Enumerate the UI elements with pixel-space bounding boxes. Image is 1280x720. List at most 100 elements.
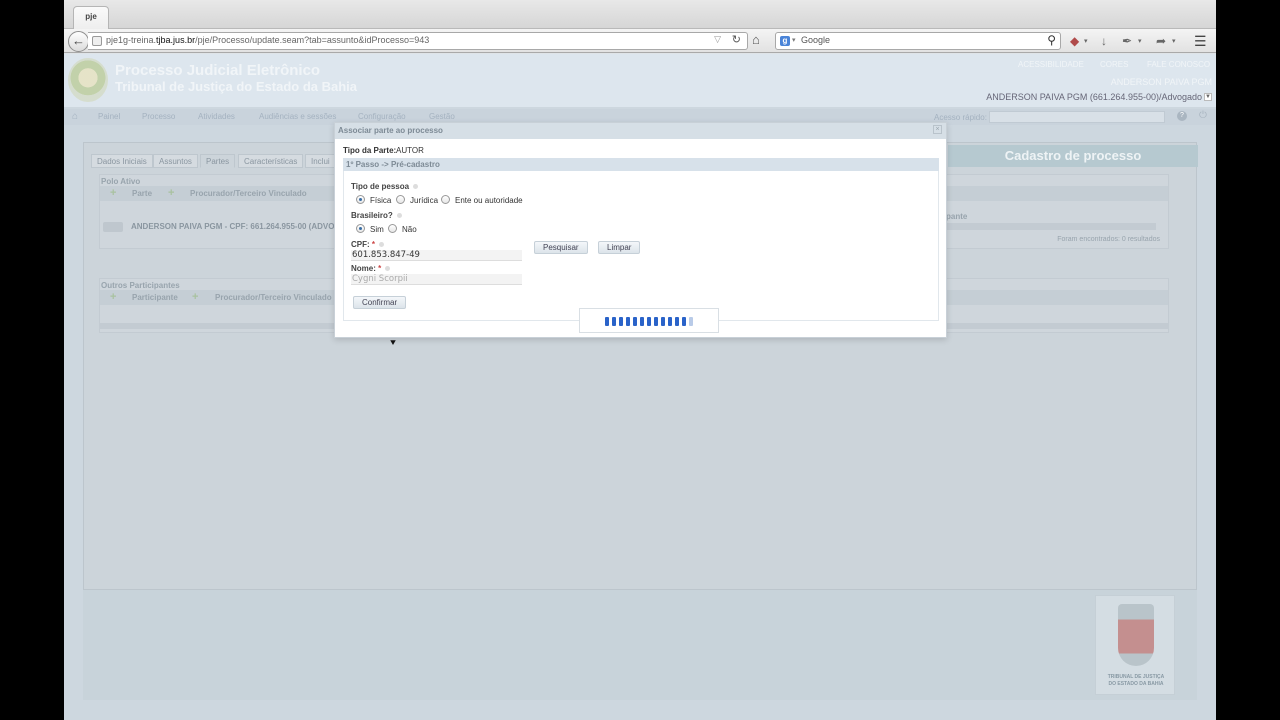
chevron-down-icon[interactable]: ▼ [1204, 93, 1212, 101]
colors-link[interactable]: CORES [1100, 60, 1128, 69]
outros-title: Outros Participantes [101, 281, 180, 290]
menu-gestao[interactable]: Gestão [429, 112, 455, 121]
info-icon [385, 266, 391, 271]
radio-ente-autoridade[interactable] [441, 195, 450, 204]
contact-link[interactable]: FALE CONOSCO [1147, 60, 1210, 69]
loading-segment [633, 317, 637, 326]
scales-of-justice-icon [1118, 604, 1154, 666]
tools-dropdown-icon[interactable]: ▾ [1138, 37, 1142, 45]
site-header: Processo Judicial Eletrônico Tribunal de… [64, 54, 1216, 107]
addon-icon[interactable]: ◆ [1070, 34, 1079, 48]
help-icon[interactable]: ? [1177, 111, 1187, 121]
associar-parte-modal: Associar parte ao processo × Tipo da Par… [334, 122, 947, 349]
tab-incluir[interactable]: Inclui [305, 154, 336, 168]
menu-processo[interactable]: Processo [142, 112, 175, 121]
tools-icon[interactable]: ✒ [1122, 34, 1132, 48]
add-procurador-icon[interactable]: + [168, 187, 174, 199]
tj-logo: TRIBUNAL DE JUSTIÇA DO ESTADO DA BAHIA [1095, 595, 1175, 695]
share-icon[interactable]: ➦ [1156, 34, 1166, 48]
add-procurador-icon[interactable]: + [192, 291, 198, 303]
loading-segment [682, 317, 686, 326]
parte-text: ANDERSON PAIVA PGM - CPF: 661.264.955-00… [131, 222, 347, 231]
result-row [946, 223, 1156, 230]
nome-input[interactable]: Cygni Scorpii [351, 274, 522, 285]
cpf-input[interactable]: 601.853.847-49 [351, 250, 522, 261]
radio-sim-label: Sim [370, 225, 384, 234]
add-parte-icon[interactable]: + [110, 187, 116, 199]
tab-caracteristicas[interactable]: Características [238, 154, 304, 168]
add-participante-icon[interactable]: + [110, 291, 116, 303]
radio-fisica-label: Física [370, 196, 392, 205]
url-dropdown-icon[interactable]: ▽ [714, 34, 721, 45]
menu-painel[interactable]: Painel [98, 112, 120, 121]
step-header: 1º Passo -> Pré-cadastro [343, 158, 939, 171]
nome-label: Nome: * [351, 264, 391, 273]
addon-dropdown-icon[interactable]: ▾ [1084, 37, 1088, 45]
radio-juridica-label: Jurídica [410, 196, 439, 205]
browser-tab[interactable]: pje [73, 6, 109, 29]
loading-indicator [579, 308, 719, 333]
radio-sim[interactable] [356, 224, 365, 233]
radio-nao[interactable] [388, 224, 397, 233]
menu-configuracao[interactable]: Configuração [358, 112, 406, 121]
tipo-pessoa-label: Tipo de pessoa [351, 182, 419, 191]
step-label: 1º Passo -> Pré-cadastro [346, 160, 440, 169]
tipo-parte-value: AUTOR [396, 146, 424, 155]
radio-juridica[interactable] [396, 195, 405, 204]
hamburger-menu-icon[interactable]: ☰ [1194, 33, 1207, 50]
tab-dados-iniciais[interactable]: Dados Iniciais [91, 154, 153, 168]
search-bar[interactable]: g ▾ Google ⚲ [775, 32, 1061, 50]
modal-titlebar: Associar parte ao processo × [335, 123, 946, 139]
confirmar-button[interactable]: Confirmar [353, 296, 407, 309]
pesquisar-button[interactable]: Pesquisar [534, 241, 588, 254]
tab-partes[interactable]: Partes [200, 154, 236, 168]
back-button[interactable]: ← [68, 31, 89, 52]
browser-tab-bar: pje [64, 0, 1216, 29]
results-count: Foram encontrados: 0 resultados [1057, 236, 1160, 243]
close-icon[interactable]: × [933, 125, 942, 134]
search-icon[interactable]: ⚲ [1047, 33, 1056, 47]
loading-segment [605, 317, 609, 326]
share-dropdown-icon[interactable]: ▾ [1172, 37, 1176, 45]
reload-icon[interactable]: ↻ [732, 33, 741, 46]
power-icon[interactable]: ⏻ [1199, 110, 1207, 121]
info-icon [413, 184, 419, 189]
home-icon[interactable]: ⌂ [752, 32, 760, 47]
tipo-parte-label: Tipo da Parte: [343, 146, 397, 155]
google-engine-icon[interactable]: g [780, 36, 790, 46]
col-procurador: Procurador/Terceiro Vinculado [215, 293, 332, 302]
loading-segment [661, 317, 665, 326]
tj-caption: TRIBUNAL DE JUSTIÇA [1107, 674, 1165, 680]
polo-ativo-title: Polo Ativo [101, 177, 141, 186]
engine-dropdown-icon[interactable]: ▾ [792, 36, 796, 44]
loading-segment [626, 317, 630, 326]
col-procurador: Procurador/Terceiro Vinculado [190, 189, 307, 198]
col-parte: Parte [132, 189, 153, 198]
url-text: pje1g-treina.tjba.jus.br/pje/Processo/up… [106, 35, 430, 45]
home-icon[interactable]: ⌂ [72, 111, 78, 122]
col-participante: Participante [132, 293, 178, 302]
radio-fisica[interactable] [356, 195, 365, 204]
quick-access-input[interactable] [989, 111, 1165, 123]
edit-icon[interactable] [103, 222, 123, 232]
user-profile-select[interactable]: ANDERSON PAIVA PGM (661.264.955-00)/Advo… [986, 92, 1202, 102]
limpar-button[interactable]: Limpar [598, 241, 641, 254]
user-name: ANDERSON PAIVA PGM [1110, 77, 1212, 87]
brasileiro-label: Brasileiro? [351, 211, 402, 220]
quick-access-label: Acesso rápido: [934, 113, 987, 122]
tj-caption: DO ESTADO DA BAHIA [1108, 681, 1164, 687]
info-icon [379, 242, 385, 247]
loading-segment [640, 317, 644, 326]
loading-segment [654, 317, 658, 326]
app-title: Processo Judicial Eletrônico [115, 62, 321, 79]
search-input[interactable]: Google [801, 35, 830, 45]
modal-title: Associar parte ao processo [338, 126, 443, 135]
accessibility-link[interactable]: ACESSIBILIDADE [1018, 60, 1084, 69]
menu-audiencias[interactable]: Audiências e sessões [259, 112, 336, 121]
screen: pje ← pje1g-treina.tjba.jus.br/pje/Proce… [64, 0, 1216, 720]
download-icon[interactable]: ↓ [1101, 34, 1107, 48]
url-bar[interactable]: pje1g-treina.tjba.jus.br/pje/Processo/up… [88, 32, 748, 50]
tab-assuntos[interactable]: Assuntos [153, 154, 198, 168]
menu-atividades[interactable]: Atividades [198, 112, 235, 121]
loading-segment [675, 317, 679, 326]
